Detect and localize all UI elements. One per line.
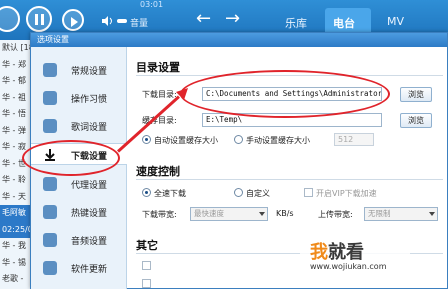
previous-button[interactable]	[0, 6, 20, 32]
vip-accel-label: 开启VIP下载加速	[316, 189, 377, 198]
tab-library[interactable]: 乐库	[285, 15, 307, 31]
sidebar-item-label: 代理设置	[71, 181, 108, 191]
sidebar-item-habits[interactable]: 操作习惯	[31, 87, 127, 109]
next-icon	[71, 17, 78, 27]
sidebar-item-audio[interactable]: 音频设置	[31, 229, 127, 251]
upload-bw-label: 上传带宽:	[318, 210, 353, 219]
update-icon	[43, 261, 57, 275]
annotation-oval-download	[22, 140, 120, 176]
sidebar-item-update[interactable]: 软件更新	[31, 257, 127, 279]
watermark-url: www.wojiukan.com	[310, 262, 387, 271]
download-bw-label: 下载带宽:	[142, 210, 177, 219]
next-button[interactable]	[62, 9, 84, 31]
audio-icon	[43, 233, 57, 247]
watermark: 我就看 www.wojiukan.com	[300, 238, 410, 278]
chevron-down-icon	[429, 212, 435, 216]
sidebar-item-label: 歌词设置	[71, 123, 108, 133]
download-bw-value: 最快速度	[194, 209, 224, 218]
watermark-logo: 我就看	[310, 242, 364, 263]
manual-cache-label: 手动设置缓存大小	[246, 136, 310, 145]
sidebar-item-hotkeys[interactable]: 热键设置	[31, 201, 127, 223]
divider	[136, 179, 443, 180]
browse-cache-button[interactable]: 浏览	[400, 113, 432, 128]
other-option-checkbox[interactable]	[142, 279, 151, 288]
sidebar-item-label: 常规设置	[71, 67, 108, 77]
sidebar-item-label: 热键设置	[71, 209, 108, 219]
browse-download-button[interactable]: 浏览	[400, 87, 432, 102]
proxy-icon	[43, 177, 57, 191]
hand-icon	[43, 91, 57, 105]
play-time: 03:01	[140, 0, 164, 9]
gear-icon	[43, 63, 57, 77]
annotation-oval-directory	[180, 70, 390, 118]
section-title-speed: 速度控制	[136, 165, 180, 178]
section-title-other: 其它	[136, 239, 158, 252]
sidebar-item-general[interactable]: 常规设置	[31, 59, 127, 81]
lyrics-icon	[43, 119, 57, 133]
upload-bw-value: 无限制	[368, 209, 391, 218]
annotation-arrowhead-icon	[176, 88, 188, 100]
auto-cache-radio[interactable]	[142, 135, 151, 144]
dialog-title: 选项设置	[31, 33, 447, 47]
sidebar-item-label: 操作习惯	[71, 95, 108, 105]
chevron-down-icon	[259, 212, 265, 216]
custom-speed-radio[interactable]	[234, 188, 243, 197]
section-title-directory: 目录设置	[136, 61, 180, 74]
download-bw-select[interactable]: 最快速度	[190, 207, 268, 221]
upload-bw-select[interactable]: 无限制	[364, 207, 438, 221]
bandwidth-unit: KB/s	[276, 209, 294, 218]
full-speed-label: 全速下载	[154, 189, 186, 198]
back-arrow-icon[interactable]: ←	[196, 10, 211, 28]
manual-cache-radio[interactable]	[234, 135, 243, 144]
other-option-checkbox[interactable]	[142, 261, 151, 270]
tab-radio[interactable]: 电台	[333, 15, 355, 31]
vip-accel-checkbox[interactable]	[304, 188, 313, 197]
pause-button[interactable]	[26, 6, 52, 32]
pause-icon	[35, 14, 44, 25]
sidebar-item-lyrics[interactable]: 歌词设置	[31, 115, 127, 137]
volume-label: 音量	[130, 19, 149, 29]
forward-arrow-icon[interactable]: →	[225, 10, 240, 28]
sidebar-item-proxy[interactable]: 代理设置	[31, 173, 127, 195]
auto-cache-label: 自动设置缓存大小	[154, 136, 218, 145]
volume-icon[interactable]	[102, 16, 114, 26]
tab-mv[interactable]: MV	[387, 15, 404, 28]
sidebar-item-label: 音频设置	[71, 237, 108, 247]
volume-slider[interactable]	[117, 19, 127, 23]
full-speed-radio[interactable]	[142, 188, 151, 197]
custom-speed-label: 自定义	[246, 189, 270, 198]
sidebar-item-label: 软件更新	[71, 265, 108, 275]
keyboard-icon	[43, 205, 57, 219]
cache-size-stepper[interactable]: 512	[334, 133, 374, 146]
